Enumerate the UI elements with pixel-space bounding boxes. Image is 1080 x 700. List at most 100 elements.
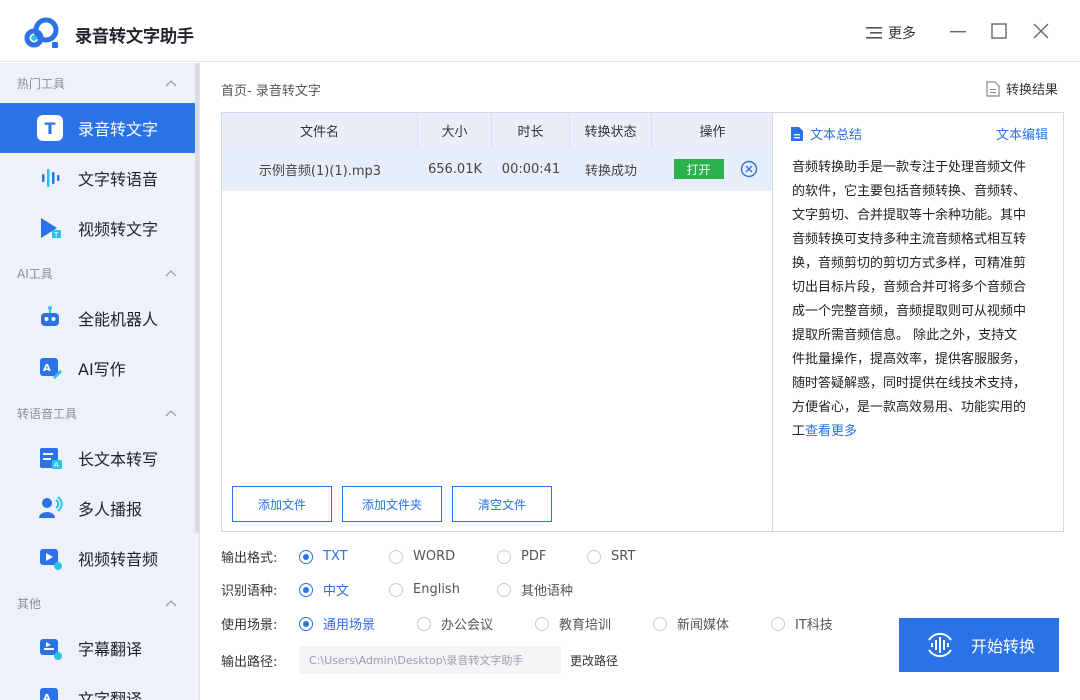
sidebar-section-other[interactable]: 其他 — [0, 583, 199, 623]
app-logo-icon — [24, 17, 59, 48]
table-row[interactable]: 示例音频(1)(1).mp3 656.01K 00:00:41 转换成功 打开 — [222, 147, 773, 191]
summary-line: 件批量操作，提高效率，提供客服服务， — [792, 352, 1027, 367]
scene-radio-office[interactable]: 办公会议 — [417, 614, 535, 633]
format-radio-srt[interactable]: SRT — [587, 549, 667, 564]
radio-label: English — [413, 582, 460, 597]
sidebar-section-speech-tools[interactable]: 转语音工具 — [0, 393, 199, 433]
radio-label: TXT — [323, 549, 348, 564]
sidebar-item-text-translate[interactable]: A 文字翻译 — [0, 673, 199, 700]
svg-text:A: A — [43, 693, 51, 700]
col-header-duration: 时长 — [492, 113, 570, 147]
sidebar-item-label: 长文本转写 — [78, 450, 159, 469]
sidebar-item-video-to-audio[interactable]: 视频转音频 — [0, 533, 199, 583]
sidebar-item-text-to-speech[interactable]: 文字转语音 — [0, 153, 199, 203]
output-format-row: 输出格式: TXT WORD PDF SRT — [221, 547, 667, 566]
language-radio-english[interactable]: English — [389, 582, 497, 597]
text-summary-panel: 文本总结 文本编辑 音频转换助手是一款专注于处理音频文件 的软件，它主要包括音频… — [772, 112, 1064, 532]
file-duration: 00:00:41 — [501, 161, 561, 177]
sidebar-item-label: 视频转音频 — [78, 550, 159, 569]
more-button[interactable]: 更多 — [866, 23, 916, 43]
scene-radio-news[interactable]: 新闻媒体 — [653, 614, 771, 633]
section-title: 热门工具 — [17, 76, 66, 91]
translate-icon: A — [40, 688, 58, 700]
result-link-label: 转换结果 — [1006, 83, 1059, 98]
maximize-icon[interactable] — [988, 20, 1010, 42]
sidebar-item-label: 多人播报 — [78, 500, 143, 519]
file-list-panel: 文件名 大小 时长 转换状态 操作 示例音频(1)(1).mp3 656.01K… — [221, 112, 773, 532]
sidebar-item-audio-to-text[interactable]: T 录音转文字 — [0, 103, 195, 153]
close-icon[interactable] — [1030, 20, 1052, 42]
format-radio-word[interactable]: WORD — [389, 549, 497, 564]
sidebar-item-video-to-text[interactable]: T 视频转文字 — [0, 203, 199, 253]
video-audio-icon — [40, 549, 62, 570]
scene-radio-general[interactable]: 通用场景 — [299, 614, 417, 633]
output-path-field[interactable] — [299, 646, 561, 674]
radio-label: 办公会议 — [441, 618, 494, 633]
language-radio-other[interactable]: 其他语种 — [497, 580, 597, 599]
radio-label: 教育培训 — [559, 618, 612, 633]
text-t-icon: T — [37, 115, 63, 141]
summary-line: 换，音频剪切的剪切方式多样，可精准剪 — [792, 256, 1027, 271]
file-size: 656.01K — [427, 161, 482, 177]
sidebar-item-subtitle-translate[interactable]: 字幕翻译 — [0, 623, 199, 673]
summary-line: 音频转换可支持多种主流音频格式相互转 — [792, 232, 1027, 247]
sidebar-item-label: 文字翻译 — [78, 690, 143, 700]
radio-label: WORD — [413, 549, 456, 564]
summary-text: 音频转换助手是一款专注于处理音频文件 的软件，它主要包括音频转换、音频转、 文字… — [792, 156, 1050, 444]
section-title: 转语音工具 — [17, 406, 78, 421]
summary-line: 提取所需音频信息。 除此之外，支持文 — [792, 328, 1018, 343]
table-header: 文件名 大小 时长 转换状态 操作 — [222, 113, 773, 147]
svg-text:A: A — [54, 461, 59, 469]
col-header-action: 操作 — [699, 124, 726, 140]
summary-doc-icon — [791, 126, 803, 141]
change-path-link[interactable]: 更改路径 — [570, 652, 618, 669]
sidebar-section-hot-tools[interactable]: 热门工具 — [0, 63, 199, 103]
scene-radio-it[interactable]: IT科技 — [771, 614, 861, 633]
video-text-icon: T — [41, 218, 61, 239]
output-format-label: 输出格式: — [221, 551, 278, 566]
file-actions: 打开 — [652, 147, 773, 191]
title-bar: 录音转文字助手 更多 — [0, 0, 1080, 62]
sidebar-item-label: 文字转语音 — [78, 170, 159, 189]
radio-label: SRT — [611, 549, 636, 564]
remove-circle-icon[interactable] — [740, 160, 758, 178]
sidebar-item-long-text[interactable]: A 长文本转写 — [0, 433, 199, 483]
multi-speaker-icon — [39, 496, 63, 518]
see-more-link[interactable]: 查看更多 — [805, 424, 857, 439]
format-radio-txt[interactable]: TXT — [299, 549, 389, 564]
conversion-result-link[interactable]: 转换结果 — [986, 79, 1058, 98]
ai-write-icon: A — [40, 358, 62, 379]
scene-radio-education[interactable]: 教育培训 — [535, 614, 653, 633]
minimize-icon[interactable] — [947, 20, 969, 42]
app-title: 录音转文字助手 — [75, 27, 194, 47]
text-edit-link[interactable]: 文本编辑 — [996, 124, 1048, 143]
clear-files-button[interactable]: 清空文件 — [452, 486, 552, 522]
open-button[interactable]: 打开 — [673, 159, 724, 179]
subtitle-icon — [40, 639, 62, 660]
add-folder-button[interactable]: 添加文件夹 — [342, 486, 442, 522]
language-radio-chinese[interactable]: 中文 — [299, 580, 389, 599]
col-header-size: 大小 — [418, 113, 492, 147]
radio-label: IT科技 — [795, 618, 833, 633]
start-convert-button[interactable]: 开始转换 — [899, 618, 1059, 672]
sidebar-scrollbar[interactable] — [195, 63, 199, 533]
file-status: 转换成功 — [584, 163, 637, 179]
sidebar: 热门工具 T 录音转文字 文字转语音 T 视频转文字 AI工具 全能机器人 A … — [0, 63, 200, 700]
summary-line: 文字剪切、合并提取等十余种功能。其中 — [792, 208, 1027, 223]
summary-line: 成一个完整音频，音频提取则可从视频中 — [792, 304, 1027, 319]
svg-text:T: T — [53, 231, 59, 239]
sidebar-section-ai-tools[interactable]: AI工具 — [0, 253, 199, 293]
document-icon — [986, 80, 1000, 97]
breadcrumb[interactable]: 首页- 录音转文字 — [221, 80, 321, 99]
audio-wave-icon — [928, 633, 952, 657]
add-file-button[interactable]: 添加文件 — [232, 486, 332, 522]
output-path-row: 输出路径: 更改路径 — [221, 646, 618, 674]
col-header-filename: 文件名 — [222, 113, 418, 147]
sidebar-item-ai-writing[interactable]: A AI写作 — [0, 343, 199, 393]
radio-label: 通用场景 — [323, 618, 376, 633]
summary-line: 音频转换助手是一款专注于处理音频文件 — [792, 160, 1027, 175]
section-title: AI工具 — [17, 266, 53, 281]
sidebar-item-multi-speaker[interactable]: 多人播报 — [0, 483, 199, 533]
sidebar-item-robot[interactable]: 全能机器人 — [0, 293, 199, 343]
format-radio-pdf[interactable]: PDF — [497, 549, 587, 564]
